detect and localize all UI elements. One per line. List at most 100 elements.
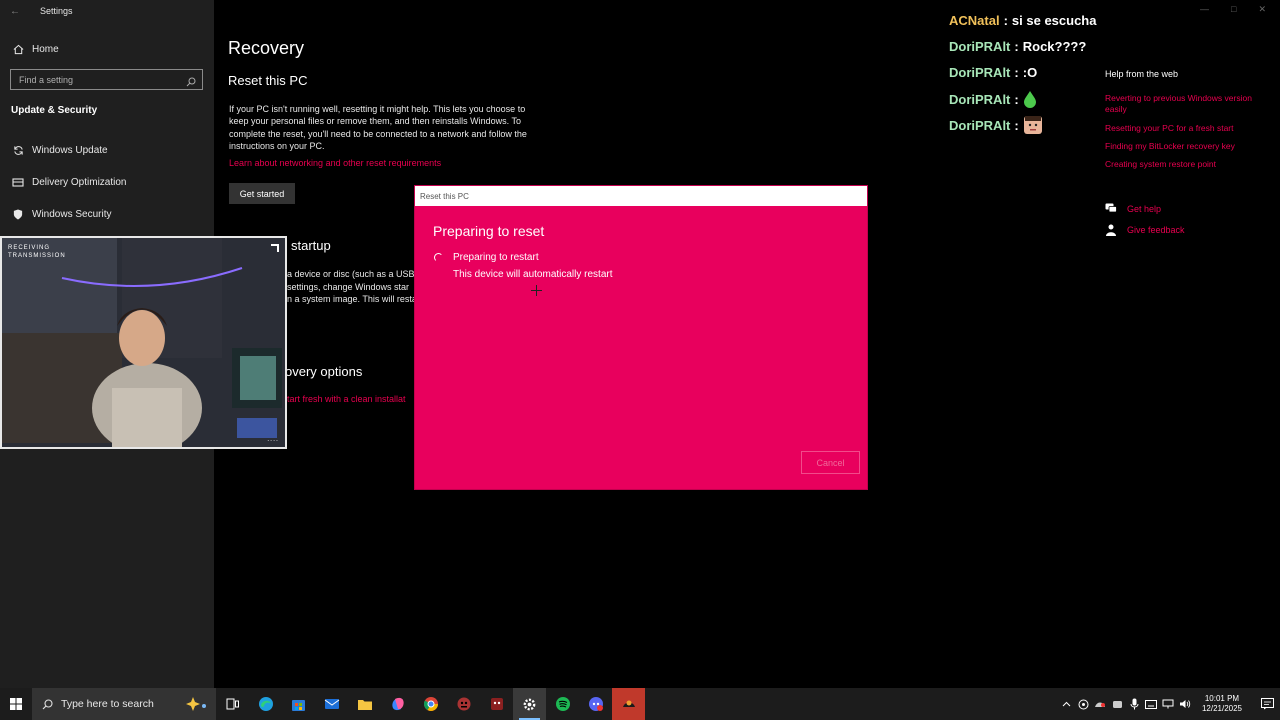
settings-icon[interactable] [513, 688, 546, 720]
sidebar-item-delivery-optimization[interactable]: Delivery Optimization [10, 176, 126, 188]
maximize-icon[interactable]: □ [1231, 4, 1236, 15]
advanced-startup-heading: startup [291, 238, 331, 253]
search-icon [42, 698, 53, 710]
sidebar-item-windows-security[interactable]: Windows Security [10, 208, 111, 220]
face-emote-icon [1023, 116, 1042, 134]
chat-username: ACNatal [949, 13, 1000, 28]
page-title: Recovery [228, 38, 305, 58]
sidebar-item-label: Delivery Optimization [32, 176, 127, 188]
notification-icon[interactable] [1254, 698, 1280, 710]
window-controls: — □ ✕ [1200, 4, 1266, 15]
corner-bracket-icon [271, 244, 279, 252]
dialog-heading: Preparing to reset [433, 223, 545, 239]
help-heading: Help from the web [1105, 69, 1179, 79]
startup-line: a device or disc (such as a USB [287, 269, 415, 279]
edge-icon[interactable] [249, 688, 282, 720]
webcam-scene [2, 238, 285, 447]
chrome-icon[interactable] [414, 688, 447, 720]
chat-text: Rock???? [1022, 39, 1087, 54]
app-icon[interactable] [612, 688, 645, 720]
speaker-icon[interactable] [1177, 699, 1193, 709]
get-help-row[interactable]: Get help [1105, 203, 1161, 214]
help-link[interactable]: Finding my BitLocker recovery key [1105, 141, 1255, 152]
copilot-icon[interactable] [381, 688, 414, 720]
startup-line: n a system image. This will resta [287, 294, 417, 304]
help-link[interactable]: Resetting your PC for a fresh start [1105, 123, 1255, 134]
keyboard-icon[interactable] [1143, 699, 1159, 709]
clock[interactable]: 10:01 PM 12/21/2025 [1202, 694, 1242, 714]
desktop: ← Settings Home Update & Security Window… [0, 0, 1280, 720]
start-button[interactable] [0, 688, 32, 720]
help-link[interactable]: Creating system restore point [1105, 159, 1255, 170]
discord-icon[interactable] [579, 688, 612, 720]
back-arrow-icon[interactable]: ← [0, 6, 30, 17]
search-input[interactable] [11, 70, 202, 90]
store-icon[interactable] [282, 688, 315, 720]
network-icon[interactable] [1160, 699, 1176, 709]
chat-text: si se escucha [1011, 13, 1097, 28]
webcam-label: RECEIVING TRANSMISSION [8, 245, 66, 259]
dialog-substatus: This device will automatically restart [453, 269, 613, 280]
reset-requirements-link[interactable]: Learn about networking and other reset r… [229, 158, 441, 168]
close-icon[interactable]: ✕ [1258, 4, 1266, 15]
more-recovery-heading: overy options [285, 364, 363, 379]
sidebar-item-label: Windows Update [32, 144, 108, 156]
file-explorer-icon[interactable] [348, 688, 381, 720]
reset-dialog: Reset this PC Preparing to reset Prepari… [414, 185, 868, 490]
cancel-button[interactable]: Cancel [801, 451, 860, 474]
delivery-icon [10, 176, 26, 188]
settings-titlebar: ← Settings [0, 0, 214, 22]
mail-icon[interactable] [315, 688, 348, 720]
windows-logo-icon [10, 698, 22, 710]
dialog-status: Preparing to restart [453, 252, 539, 263]
chat-text: :O [1022, 65, 1038, 80]
reset-description: If your PC isn't running well, resetting… [229, 104, 527, 151]
help-link[interactable]: Reverting to previous Windows version ea… [1105, 93, 1255, 115]
chat-bubble-icon [1105, 203, 1119, 214]
chat-message: DoriPRAlt: [949, 115, 1043, 135]
find-setting-search[interactable] [10, 69, 203, 90]
webcam-overlay: RECEIVING TRANSMISSION .... [0, 236, 287, 449]
chat-message: DoriPRAlt: [949, 90, 1037, 108]
game-icon-2[interactable] [480, 688, 513, 720]
feedback-person-icon [1105, 224, 1119, 236]
sync-icon [10, 144, 26, 156]
home-icon [10, 43, 26, 55]
give-feedback-link[interactable]: Give feedback [1127, 225, 1185, 235]
chevron-up-icon[interactable] [1058, 701, 1074, 707]
sidebar-item-label: Windows Security [32, 208, 112, 220]
get-started-button[interactable]: Get started [229, 183, 295, 204]
nvidia-icon[interactable] [1075, 699, 1091, 710]
chat-username: DoriPRAlt [949, 39, 1011, 54]
taskbar-search-placeholder: Type here to search [61, 698, 154, 710]
microphone-icon[interactable] [1126, 698, 1142, 710]
window-title: Settings [40, 6, 73, 16]
spotify-icon[interactable] [546, 688, 579, 720]
give-feedback-row[interactable]: Give feedback [1105, 224, 1185, 236]
minimize-icon[interactable]: — [1200, 4, 1209, 15]
clean-install-link[interactable]: tart fresh with a clean installat [287, 394, 406, 404]
sidebar-item-windows-update[interactable]: Windows Update [10, 144, 108, 156]
section-heading: Update & Security [11, 105, 98, 116]
task-view-icon[interactable] [216, 688, 249, 720]
sidebar-item-label: Home [32, 43, 59, 55]
dialog-title: Reset this PC [415, 186, 867, 206]
sparkle-icon [186, 697, 208, 714]
sidebar-item-home[interactable]: Home [10, 43, 59, 55]
app-tray-icon[interactable] [1092, 699, 1108, 709]
chat-message: ACNatal: si se escucha [949, 13, 1097, 28]
game-icon-1[interactable] [447, 688, 480, 720]
get-help-link[interactable]: Get help [1127, 204, 1161, 214]
startup-line: settings, change Windows star [287, 282, 410, 292]
chat-username: DoriPRAlt [949, 117, 1011, 133]
webcam-dots: .... [267, 436, 279, 443]
chat-username: DoriPRAlt [949, 91, 1011, 107]
spinner-icon [434, 253, 443, 262]
green-drop-emote-icon [1023, 91, 1036, 108]
game-tray-icon[interactable] [1109, 699, 1125, 710]
chat-message: DoriPRAlt: Rock???? [949, 39, 1087, 54]
clock-time: 10:01 PM [1204, 694, 1240, 703]
taskbar: Type here to search 10:01 PM 12/21/2025 [0, 688, 1280, 720]
taskbar-search[interactable]: Type here to search [32, 688, 216, 720]
clock-date: 12/21/2025 [1201, 704, 1242, 713]
